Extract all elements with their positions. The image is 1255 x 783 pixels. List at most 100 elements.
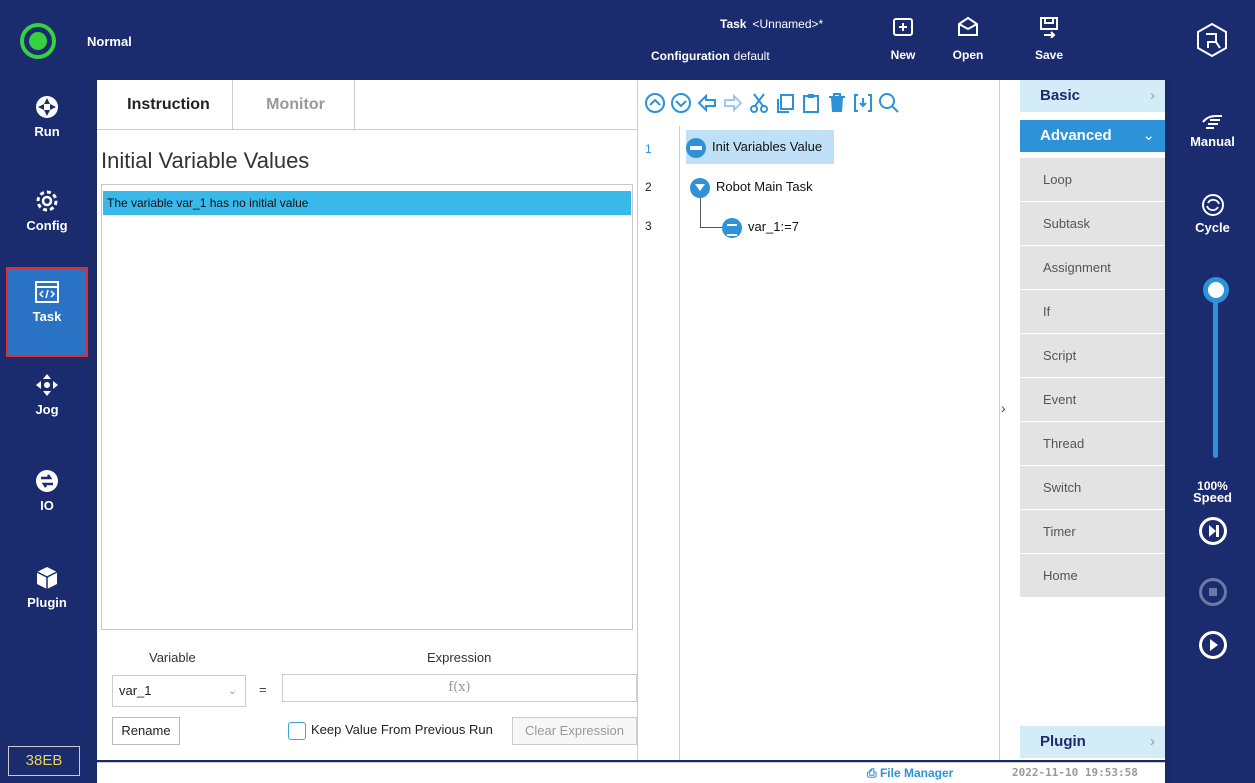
nav-task[interactable]: Task [6, 267, 88, 357]
palette-item-subtask[interactable]: Subtask [1020, 202, 1165, 246]
speed-label: Speed [1192, 490, 1232, 505]
nav-config-label: Config [26, 218, 68, 233]
expand-node-icon [690, 177, 710, 198]
tree-node-init-variables[interactable]: Init Variables Value [686, 130, 835, 164]
tree-node-label: var_1:=7 [748, 219, 799, 234]
editor-tabs: Instruction Monitor [97, 80, 637, 130]
palette-plugin[interactable]: Plugin › [1020, 726, 1165, 758]
list-item[interactable]: The variable var_1 has no initial value [103, 191, 631, 215]
copy-icon[interactable] [774, 92, 796, 114]
tab-monitor[interactable]: Monitor [237, 80, 355, 130]
page-title: Initial Variable Values [101, 148, 310, 173]
line-number: 3 [645, 219, 652, 233]
tab-instruction[interactable]: Instruction [105, 80, 233, 130]
manual-mode-label: Manual [1190, 134, 1235, 149]
open-button[interactable]: Open [943, 16, 993, 72]
new-file-icon [893, 18, 913, 36]
search-icon[interactable] [878, 92, 900, 114]
palette-item-script[interactable]: Script [1020, 334, 1165, 378]
tree-node-assignment[interactable]: var_1:=7 [722, 210, 799, 244]
paste-icon[interactable] [800, 92, 822, 114]
nav-jog-label: Jog [35, 402, 59, 417]
nav-io-label: IO [40, 498, 54, 513]
manual-mode-button[interactable]: Manual [1170, 106, 1255, 149]
stop-button[interactable] [1199, 578, 1227, 606]
nav-run-label: Run [34, 124, 60, 139]
file-manager-icon: ⎙ [867, 766, 877, 780]
palette-basic[interactable]: Basic › [1020, 80, 1165, 112]
step-button[interactable] [1199, 517, 1227, 545]
open-button-label: Open [952, 48, 984, 62]
cut-icon[interactable] [748, 92, 770, 114]
palette-item-thread[interactable]: Thread [1020, 422, 1165, 466]
task-label: Task [720, 17, 747, 31]
mode-label: Normal [87, 34, 132, 49]
main-navigation: Run Config Task Jog IO Plugin [0, 80, 92, 783]
tree-node-label: Robot Main Task [716, 179, 813, 194]
wrap-icon[interactable] [852, 92, 874, 114]
clear-expression-button[interactable]: Clear Expression [512, 717, 637, 745]
palette-item-assignment[interactable]: Assignment [1020, 246, 1165, 290]
gear-icon [36, 190, 58, 212]
nav-io[interactable]: IO [6, 458, 88, 548]
keep-value-checkbox[interactable] [288, 722, 306, 740]
cube-icon [36, 567, 58, 589]
palette-advanced-label: Advanced [1040, 127, 1112, 144]
new-button[interactable]: New [878, 16, 928, 72]
tree-toolbar [638, 80, 1001, 126]
palette-advanced[interactable]: Advanced ⌄ [1020, 120, 1165, 152]
play-icon [1210, 639, 1218, 651]
cycle-mode-button[interactable]: Cycle [1170, 192, 1255, 235]
palette-item-loop[interactable]: Loop [1020, 158, 1165, 202]
nav-run[interactable]: Run [6, 84, 88, 174]
datetime-display: 2022-11-10 19:53:58 [1012, 766, 1138, 779]
expand-down-icon[interactable] [670, 92, 692, 114]
open-folder-icon [958, 16, 978, 36]
variable-select[interactable]: var_1 ⌄ [112, 675, 246, 707]
speed-slider-handle[interactable] [1203, 277, 1229, 303]
status-bar: ⎙ File Manager 2022-11-10 19:53:58 [97, 762, 1165, 783]
chevron-down-icon: ⌄ [1142, 127, 1155, 144]
save-button[interactable]: Save [1024, 16, 1074, 72]
cycle-mode-label: Cycle [1195, 220, 1230, 235]
play-button[interactable] [1199, 631, 1227, 659]
hand-icon [1201, 115, 1222, 129]
program-tree: 1 2 3 Init Variables Value Robot Main Ta… [638, 126, 1001, 760]
variable-select-value: var_1 [119, 683, 152, 698]
line-gutter: 1 2 3 [638, 126, 680, 760]
palette-item-switch[interactable]: Switch [1020, 466, 1165, 510]
task-info: Task <Unnamed>* [720, 17, 823, 31]
assignment-node-icon [722, 217, 742, 238]
configuration-name: default [733, 49, 770, 63]
expand-up-icon[interactable] [644, 92, 666, 114]
delete-icon[interactable] [826, 92, 848, 114]
chevron-right-icon[interactable]: › [1001, 400, 1006, 416]
palette-basic-label: Basic [1040, 87, 1081, 104]
palette-plugin-label: Plugin [1040, 733, 1086, 750]
palette-item-timer[interactable]: Timer [1020, 510, 1165, 554]
stop-icon [1209, 588, 1217, 596]
new-button-label: New [890, 48, 916, 62]
rename-button[interactable]: Rename [112, 717, 180, 745]
save-icon [1040, 17, 1058, 38]
brand-logo-icon [1197, 22, 1227, 58]
keep-value-label: Keep Value From Previous Run [311, 722, 493, 737]
line-number: 2 [645, 180, 652, 194]
nav-jog[interactable]: Jog [6, 362, 88, 452]
nav-plugin[interactable]: Plugin [6, 555, 88, 645]
variable-column-label: Variable [149, 650, 196, 665]
expression-input[interactable]: f(x) [282, 674, 637, 702]
file-manager-link[interactable]: ⎙ File Manager [867, 766, 953, 781]
move-arrows-icon [36, 374, 58, 396]
speed-slider[interactable] [1213, 290, 1218, 458]
nav-config[interactable]: Config [6, 178, 88, 268]
palette-item-event[interactable]: Event [1020, 378, 1165, 422]
init-node-icon [686, 137, 706, 158]
undo-icon[interactable] [696, 92, 718, 114]
code-window-icon [35, 281, 59, 303]
io-arrows-icon [36, 470, 58, 492]
palette-item-home[interactable]: Home [1020, 554, 1165, 598]
palette-item-if[interactable]: If [1020, 290, 1165, 334]
tree-node-label: Init Variables Value [712, 139, 823, 154]
redo-icon[interactable] [722, 92, 744, 114]
